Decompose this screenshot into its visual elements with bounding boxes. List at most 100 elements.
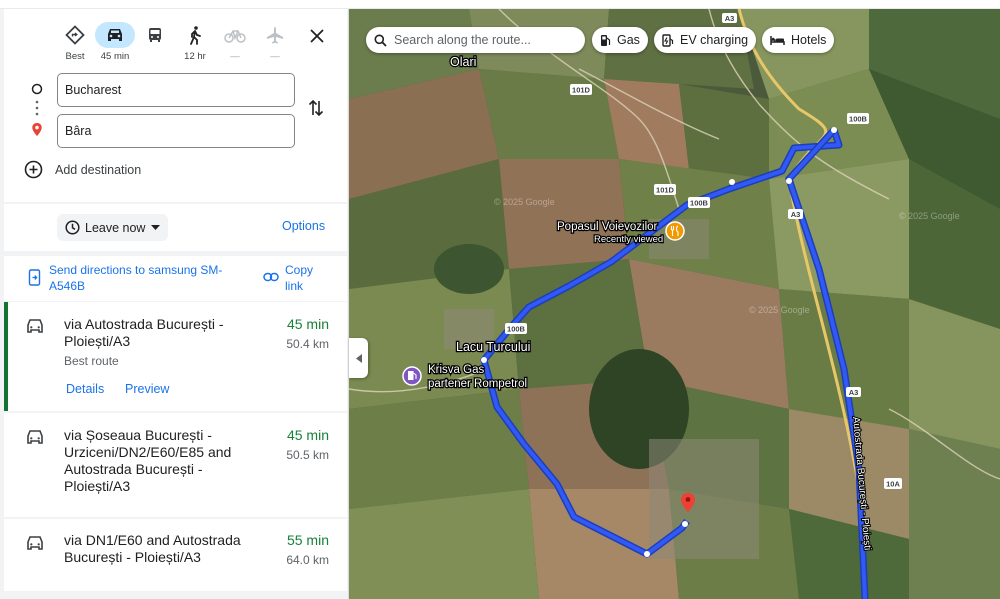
caret-down-icon [151, 224, 161, 230]
directions-header: Best 45 min 12 hr — — Bucharest Bâra Add… [4, 9, 347, 202]
mode-walking-label: 12 hr [184, 51, 206, 62]
gas-chip-label: Gas [617, 33, 640, 47]
send-directions-link[interactable]: Send directions to samsung SM-A546B [49, 262, 244, 294]
hotels-filter-chip[interactable]: Hotels [762, 27, 835, 53]
mode-walking[interactable]: 12 hr [175, 22, 215, 64]
browser-top-edge [0, 0, 1000, 9]
forest-area [434, 244, 504, 294]
route-2-distance: 50.5 km [286, 448, 329, 462]
diamond-directions-icon [55, 22, 95, 48]
car-icon [27, 319, 43, 333]
route-1-preview-button[interactable]: Preview [125, 382, 169, 396]
svg-text:100B: 100B [507, 325, 526, 334]
route-dots-icon [30, 100, 44, 121]
gas-filter-chip[interactable]: Gas [592, 27, 648, 53]
hotels-chip-label: Hotels [791, 33, 827, 47]
add-destination-button[interactable]: Add destination [24, 160, 141, 179]
route-1-details-button[interactable]: Details [66, 382, 104, 396]
triangle-left-icon [355, 353, 362, 363]
route-1-title: via Autostrada București - Ploiești/A3 [64, 316, 224, 349]
ev-chip-label: EV charging [680, 33, 749, 47]
search-icon [374, 34, 387, 47]
add-destination-label: Add destination [55, 162, 142, 177]
selected-route-indicator [4, 302, 8, 411]
svg-text:partener Rompetrol: partener Rompetrol [428, 378, 527, 390]
clock-icon [65, 220, 80, 235]
svg-text:Olari: Olari [450, 55, 476, 69]
bus-icon [135, 22, 175, 48]
bicycle-icon [215, 22, 255, 48]
search-along-route-input[interactable]: Search along the route... [366, 27, 585, 53]
close-directions-button[interactable] [305, 24, 329, 48]
copy-link-button[interactable]: Copy link [285, 262, 325, 294]
satellite-map[interactable]: A3 101D 101D 100B 100B A3 100B A3 10A Ol… [349, 9, 1000, 599]
airplane-icon [255, 22, 295, 48]
mode-driving[interactable]: 45 min [95, 22, 135, 64]
share-row: Send directions to samsung SM-A546B Copy… [4, 256, 347, 301]
svg-text:A3: A3 [725, 14, 735, 23]
route-option-2[interactable]: via Șoseaua București - Urziceni/DN2/E60… [4, 413, 347, 517]
svg-text:101D: 101D [572, 86, 591, 95]
svg-text:A3: A3 [791, 210, 801, 219]
maps-directions-app: Best 45 min 12 hr — — Bucharest Bâra Add… [0, 0, 1000, 599]
origin-input[interactable]: Bucharest [57, 73, 295, 107]
svg-text:Lacu Turcului: Lacu Turcului [456, 340, 530, 354]
route-1-distance: 50.4 km [286, 337, 329, 351]
add-circle-icon [24, 160, 43, 179]
ev-charging-filter-chip[interactable]: EV charging [654, 27, 757, 53]
car-icon [27, 536, 43, 550]
mode-best-label: Best [65, 51, 85, 62]
route-2-time: 45 min [286, 427, 329, 443]
directions-panel: Best 45 min 12 hr — — Bucharest Bâra Add… [0, 0, 349, 599]
svg-text:Krisva Gas: Krisva Gas [428, 364, 484, 376]
svg-text:© 2025 Google: © 2025 Google [899, 211, 960, 221]
mode-flights-label: — [270, 51, 280, 62]
search-placeholder: Search along the route... [394, 33, 531, 47]
route-option-3[interactable]: via DN1/E60 and Autostrada București - P… [4, 519, 347, 591]
bed-icon [770, 35, 785, 45]
route-3-title: via DN1/E60 and Autostrada București - P… [64, 532, 241, 565]
mode-flights[interactable]: — [255, 22, 295, 64]
route-3-distance: 64.0 km [286, 553, 329, 567]
svg-text:10A: 10A [886, 480, 900, 489]
car-icon [95, 22, 135, 48]
gas-station-marker-icon[interactable] [402, 366, 422, 386]
svg-text:100B: 100B [849, 115, 868, 124]
best-route-tag: Best route [64, 354, 119, 368]
svg-text:A3: A3 [849, 388, 859, 397]
mode-cycling[interactable]: — [215, 22, 255, 64]
svg-text:Recently viewed: Recently viewed [594, 234, 663, 245]
departure-options: Leave now Options [4, 204, 347, 251]
close-icon [310, 29, 324, 43]
swap-arrows-icon [308, 99, 324, 117]
restaurant-marker-icon[interactable] [665, 221, 685, 241]
options-link[interactable]: Options [282, 219, 325, 233]
car-icon [27, 430, 43, 444]
mode-driving-label: 45 min [100, 51, 130, 62]
collapse-panel-button[interactable] [349, 338, 368, 378]
svg-text:Popasul Voievozilor: Popasul Voievozilor [557, 221, 658, 233]
ev-charger-icon [662, 33, 674, 47]
mode-best[interactable]: Best [55, 22, 95, 64]
mode-transit[interactable] [135, 22, 175, 64]
mode-cycling-label: — [230, 51, 240, 62]
origin-marker-icon [30, 82, 44, 100]
route-2-title: via Șoseaua București - Urziceni/DN2/E60… [64, 427, 232, 494]
route-option-1[interactable]: via Autostrada București - Ploiești/A3 4… [4, 302, 347, 411]
destination-input[interactable]: Bâra [57, 114, 295, 148]
route-3-time: 55 min [286, 532, 329, 548]
link-icon [263, 272, 279, 282]
svg-text:101D: 101D [656, 186, 675, 195]
swap-button[interactable] [308, 98, 328, 120]
leave-now-label: Leave now [85, 220, 146, 235]
route-1-time: 45 min [286, 316, 329, 332]
svg-text:© 2025 Google: © 2025 Google [494, 197, 555, 207]
svg-text:© 2025 Google: © 2025 Google [749, 305, 810, 315]
walking-icon [175, 22, 215, 48]
destination-pin-icon [30, 122, 44, 142]
send-to-phone-icon [28, 269, 41, 286]
leave-now-dropdown[interactable]: Leave now [57, 214, 169, 241]
map-canvas[interactable]: A3 101D 101D 100B 100B A3 100B A3 10A Ol… [349, 9, 1000, 599]
svg-text:100B: 100B [690, 199, 709, 208]
gas-pump-icon [601, 34, 611, 46]
